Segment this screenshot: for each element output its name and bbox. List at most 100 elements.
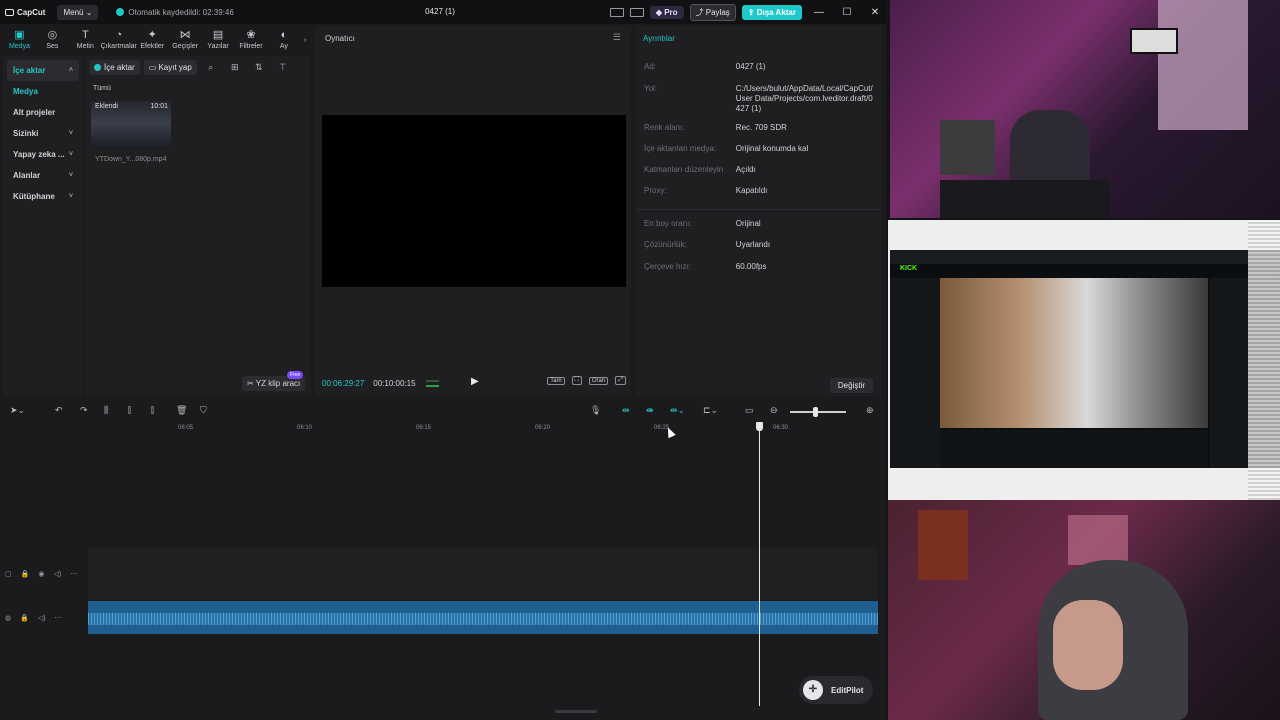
sidebar-item-label: Yapay zeka ...: [13, 150, 65, 159]
free-badge: Free: [287, 371, 304, 379]
ratio-button[interactable]: Oran: [588, 376, 609, 385]
sidebar-item-subprojects[interactable]: Alt projeler: [7, 102, 79, 123]
sidebar-item-yours[interactable]: Sizinki ˅: [7, 123, 79, 144]
change-button[interactable]: Değiştir: [829, 378, 873, 393]
import-button[interactable]: İçe aktar: [89, 60, 140, 75]
more-icon[interactable]: ⋯: [55, 614, 62, 622]
sidebar-item-spaces[interactable]: Alanlar ˅: [7, 165, 79, 186]
split-left-icon[interactable]: ⫿: [128, 405, 131, 416]
sidebar-item-label: Alt projeler: [13, 108, 56, 117]
linkage-icon[interactable]: ⇹⌄: [670, 405, 685, 416]
lock-icon[interactable]: 🔒: [20, 614, 29, 622]
minimize-icon[interactable]: —: [808, 7, 830, 18]
record-label: Kayıt yap: [158, 63, 192, 72]
zoom-in-icon[interactable]: ⊕: [866, 405, 874, 416]
tab-text[interactable]: T Metin: [69, 26, 102, 54]
fullscreen-icon[interactable]: ⤢: [615, 376, 626, 385]
zoom-slider-handle[interactable]: [813, 407, 818, 417]
grid-view-icon[interactable]: ⊞: [225, 62, 245, 73]
select-tool-icon[interactable]: ➤⌄: [10, 405, 25, 416]
export-button[interactable]: ⇪ Dışa Aktar: [741, 4, 802, 20]
ai-clip-tool-label: YZ klip aracı: [255, 379, 301, 388]
full-quality-button[interactable]: Tam: [547, 376, 565, 385]
playhead-handle[interactable]: [756, 422, 763, 431]
sidebar-item-ai[interactable]: Yapay zeka ... ˅: [7, 144, 79, 165]
title-bar: CapCut Menü ⌄ Otomatik kaydedildi: 02:39…: [0, 0, 886, 24]
tab-stickers[interactable]: ◔ Çıkartmalar: [101, 26, 137, 54]
media-sidebar: İçe aktar ˄ Medya Alt projeler Sizinki ˅ Y…: [3, 56, 83, 396]
zoom-slider[interactable]: [790, 411, 846, 413]
layout-icon[interactable]: [609, 7, 624, 17]
close-icon[interactable]: ✕: [864, 7, 886, 18]
detail-row-imported-media: İçe aktarılan medya: Orijinal konumda kal: [644, 144, 874, 154]
redo-icon[interactable]: ↷: [80, 405, 88, 416]
more-icon[interactable]: ⋯: [70, 570, 77, 578]
play-icon[interactable]: ▶: [471, 376, 479, 387]
tab-adjust[interactable]: ◐ Ay: [267, 26, 300, 54]
screenshot-icon[interactable]: ⛶: [571, 376, 582, 385]
sort-icon[interactable]: ⇅: [249, 62, 269, 73]
logo-text: CapCut: [17, 7, 46, 17]
chevron-up-icon: ˄: [68, 67, 73, 74]
lock-icon[interactable]: 🔒: [21, 570, 30, 578]
sidebar-item-media[interactable]: Medya: [7, 81, 79, 102]
tab-captions[interactable]: ▤ Yazılar: [202, 26, 235, 54]
stream-glitch-edge: [1248, 220, 1280, 500]
sidebar-item-label: İçe aktar: [13, 66, 46, 75]
text-icon: T: [81, 29, 89, 41]
menu-button[interactable]: Menü ⌄: [57, 4, 99, 20]
zoom-out-icon[interactable]: ⊖: [770, 405, 778, 416]
microphone-icon[interactable]: 🎙: [590, 405, 601, 416]
share-button[interactable]: ⤴ Paylaş: [689, 3, 736, 21]
cover-icon[interactable]: ▢: [5, 570, 12, 578]
pro-button[interactable]: ◆ Pro: [649, 5, 684, 19]
audio-icon: ◎: [47, 29, 58, 41]
tab-audio[interactable]: ◎ Ses: [36, 26, 69, 54]
preview-axis-icon[interactable]: ⊏⌄: [703, 405, 718, 416]
tab-effects[interactable]: ✦ Efektler: [136, 26, 169, 54]
detail-row-name: Ad: 0427 (1): [644, 62, 874, 72]
record-button[interactable]: ▭ Kayıt yap: [143, 60, 197, 75]
filter-all[interactable]: Tümü: [93, 85, 111, 92]
tab-media[interactable]: ▣ Medya: [3, 26, 36, 54]
detail-row-colorspace: Renk alanı: Rec. 709 SDR: [644, 123, 874, 133]
shortcuts-icon[interactable]: [629, 7, 644, 17]
audio-track-icon: ◍: [5, 615, 12, 622]
preview-canvas[interactable]: [322, 115, 626, 287]
sidebar-item-import[interactable]: İçe aktar ˄: [7, 60, 79, 81]
auto-snap-icon[interactable]: ⇼: [646, 405, 654, 416]
delete-icon[interactable]: 🗑: [176, 405, 187, 416]
detail-value: Orijinal konumda kal: [735, 144, 809, 153]
tab-transitions-label: Geçişler: [172, 43, 198, 50]
filter-icon[interactable]: ⊤: [273, 62, 293, 73]
captions-toggle-icon[interactable]: ▭: [745, 405, 754, 416]
import-label: İçe aktar: [104, 63, 135, 72]
media-thumbnail[interactable]: Eklendi 10:01: [91, 101, 171, 149]
split-icon[interactable]: ⫼: [104, 405, 108, 416]
eye-icon[interactable]: ◉: [38, 570, 44, 578]
playhead[interactable]: [759, 428, 760, 706]
search-icon[interactable]: ⌕: [201, 62, 221, 73]
detail-key: Proxy:: [644, 186, 667, 195]
undo-icon[interactable]: ↶: [55, 405, 63, 416]
sidebar-item-library[interactable]: Kütüphane ˅: [7, 186, 79, 207]
toolbar-scroll-right-icon[interactable]: ›: [300, 26, 310, 54]
timeline-scrollbar[interactable]: [555, 710, 597, 713]
tab-audio-label: Ses: [46, 43, 59, 50]
tab-text-label: Metin: [76, 43, 94, 50]
tab-filters[interactable]: ❀ Filtreler: [235, 26, 268, 54]
webcam-door: [1158, 0, 1248, 130]
speaker-icon[interactable]: ◁): [38, 614, 46, 622]
tab-transitions[interactable]: ⋈ Geçişler: [169, 26, 202, 54]
media-actions: İçe aktar ▭ Kayıt yap ⌕ ⊞ ⇅ ⊤: [89, 60, 293, 75]
capcut-logo-icon: [5, 8, 14, 16]
split-right-icon[interactable]: ⫿: [151, 405, 154, 416]
main-track-magnet-icon[interactable]: ⇹: [622, 405, 630, 416]
maximize-icon[interactable]: ☐: [836, 7, 858, 18]
hamburger-icon[interactable]: ☰: [613, 32, 621, 43]
editpilot-button[interactable]: ✛ EditPilot: [799, 676, 874, 704]
speaker-icon[interactable]: ◁): [53, 570, 61, 578]
ruler-label: 06:20: [535, 425, 551, 431]
marker-icon[interactable]: ⛉: [200, 405, 207, 416]
detail-value: 0427 (1): [735, 62, 766, 71]
